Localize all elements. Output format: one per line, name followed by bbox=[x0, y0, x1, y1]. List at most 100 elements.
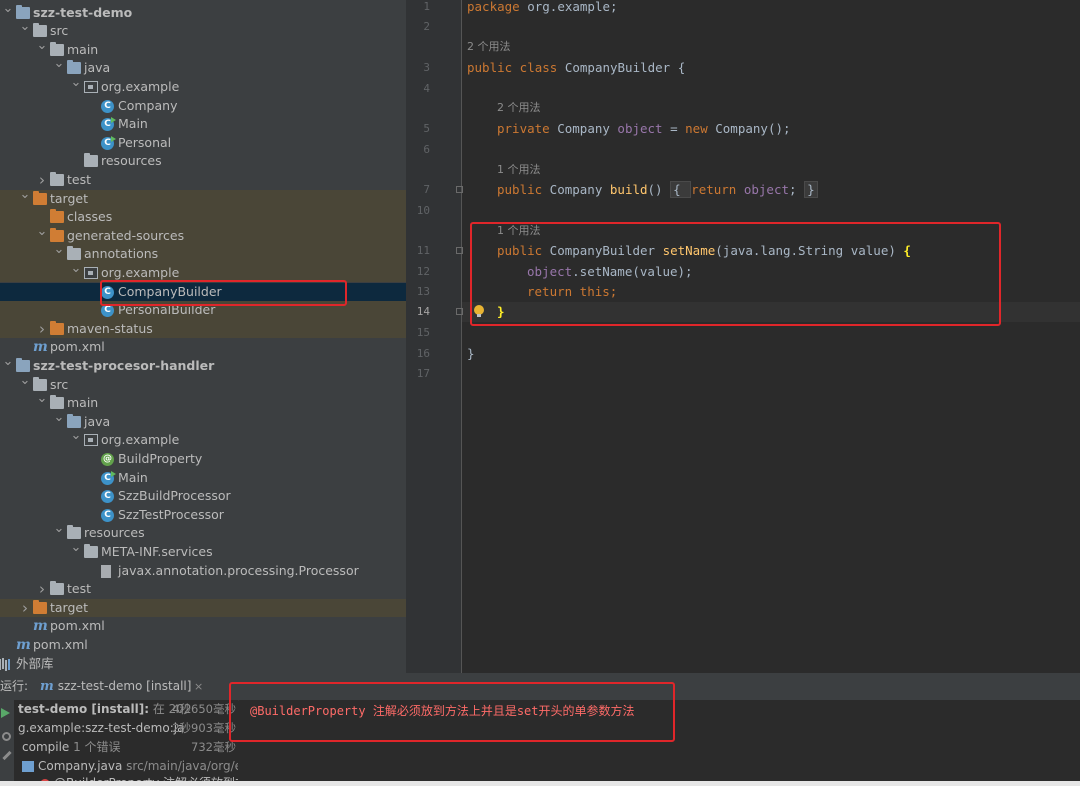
tree-item-label: META-INF.services bbox=[101, 543, 213, 559]
run-toolbar bbox=[0, 700, 14, 786]
runnable-class-icon: C bbox=[101, 117, 116, 132]
tree-item[interactable]: › test bbox=[0, 580, 406, 599]
chevron-down-icon[interactable]: ⌄ bbox=[19, 372, 31, 391]
tree-item[interactable]: › target bbox=[0, 598, 406, 618]
fold-marker-icon[interactable] bbox=[456, 247, 463, 254]
usage-hint[interactable]: 2 个用法 bbox=[467, 40, 511, 54]
tree-item[interactable]: classes bbox=[0, 208, 406, 227]
folder-icon bbox=[33, 376, 47, 391]
tree-item[interactable]: @ BuildProperty bbox=[0, 450, 406, 469]
tree-item[interactable]: ⌄ src bbox=[0, 19, 406, 41]
filter-icon[interactable] bbox=[2, 732, 11, 741]
tree-item[interactable]: ⌄ java bbox=[0, 56, 406, 78]
close-icon[interactable]: × bbox=[194, 673, 203, 700]
tree-item-label: szz-test-procesor-handler bbox=[33, 357, 215, 373]
tree-item[interactable]: ⌄ META-INF.services bbox=[0, 540, 406, 562]
line-number: 17 bbox=[416, 367, 430, 380]
chevron-down-icon[interactable]: ⌄ bbox=[53, 520, 65, 539]
chevron-down-icon[interactable]: ⌄ bbox=[70, 427, 82, 446]
chevron-down-icon[interactable]: ⌄ bbox=[53, 55, 65, 74]
tree-item[interactable]: ⌄ org.example bbox=[0, 428, 406, 450]
chevron-down-icon[interactable]: ⌄ bbox=[70, 74, 82, 93]
highlight-box-setname-method bbox=[470, 222, 1001, 326]
chevron-right-icon[interactable]: › bbox=[36, 171, 48, 190]
chevron-down-icon[interactable]: ⌄ bbox=[70, 539, 82, 558]
tree-item[interactable]: ⌄ target bbox=[0, 187, 406, 209]
chevron-right-icon[interactable]: › bbox=[36, 580, 48, 599]
tree-item[interactable]: ⌄ szz-test-procesor-handler bbox=[0, 354, 406, 376]
tree-item[interactable]: m pom.xml bbox=[0, 617, 406, 636]
tree-item[interactable]: C SzzBuildProcessor bbox=[0, 487, 406, 506]
build-tree-row[interactable]: g.example:szz-test-demo:ja 2秒903毫秒 bbox=[18, 719, 238, 738]
status-bar bbox=[0, 781, 1080, 786]
file-icon bbox=[101, 564, 111, 578]
tree-item[interactable]: m pom.xml bbox=[0, 636, 406, 655]
tree-item[interactable]: javax.annotation.processing.Processor bbox=[0, 562, 406, 581]
fold-marker-icon[interactable] bbox=[456, 308, 463, 315]
usage-hint[interactable]: 2 个用法 bbox=[497, 101, 541, 115]
chevron-down-icon[interactable]: ⌄ bbox=[36, 223, 48, 242]
keyword: public bbox=[497, 182, 543, 197]
tree-item[interactable]: ⌄ org.example bbox=[0, 75, 406, 97]
tree-item[interactable]: ⌄ java bbox=[0, 410, 406, 432]
code-text: Company(); bbox=[707, 121, 791, 136]
wrench-icon[interactable] bbox=[2, 750, 12, 761]
run-tab[interactable]: m szz-test-demo [install] bbox=[40, 673, 191, 700]
tree-item[interactable]: ⌄ annotations bbox=[0, 242, 406, 264]
keyword: return bbox=[691, 182, 737, 197]
tree-item[interactable]: ⌄ szz-test-demo bbox=[0, 1, 406, 23]
tree-item[interactable]: m pom.xml bbox=[0, 338, 406, 357]
build-tree-row[interactable]: compile 1 个错误 732毫秒 bbox=[22, 738, 238, 757]
tree-item-label: 外部库 bbox=[16, 655, 54, 671]
project-tree-panel[interactable]: ⌄ szz-test-demo ⌄ src ⌄ main ⌄ java ⌄ org.example… bbox=[0, 0, 406, 673]
source-folder-icon bbox=[67, 413, 81, 428]
usage-hint[interactable]: 1 个用法 bbox=[497, 163, 541, 177]
chevron-down-icon[interactable]: ⌄ bbox=[19, 18, 31, 37]
chevron-down-icon[interactable]: ⌄ bbox=[36, 37, 48, 56]
folded-region[interactable]: { bbox=[670, 181, 692, 198]
tree-item[interactable]: C Company bbox=[0, 97, 406, 116]
tree-item[interactable]: › maven-status bbox=[0, 319, 406, 339]
tree-item[interactable]: ⌄ src bbox=[0, 373, 406, 395]
code-editor[interactable] bbox=[462, 0, 1080, 673]
class-icon: C bbox=[101, 99, 114, 113]
tree-item[interactable]: › test bbox=[0, 171, 406, 190]
code-line-16[interactable]: } bbox=[467, 344, 475, 364]
fold-marker-icon[interactable] bbox=[456, 186, 463, 193]
code-line-7[interactable]: public Company build() { return object; … bbox=[497, 180, 818, 200]
rerun-icon[interactable] bbox=[1, 708, 10, 718]
tree-item-label: test bbox=[67, 171, 92, 187]
code-line-5[interactable]: private Company object = new Company(); bbox=[497, 119, 791, 139]
tree-item-label: javax.annotation.processing.Processor bbox=[118, 562, 359, 578]
error-count: 1 个错误 bbox=[69, 740, 121, 754]
chevron-down-icon[interactable]: ⌄ bbox=[19, 186, 31, 205]
chevron-down-icon[interactable]: ⌄ bbox=[53, 409, 65, 428]
chevron-down-icon[interactable]: ⌄ bbox=[53, 241, 65, 260]
tree-item[interactable]: ›外部库 bbox=[0, 655, 406, 674]
tree-item-label: Main bbox=[118, 469, 148, 485]
chevron-right-icon[interactable]: › bbox=[19, 599, 31, 618]
keyword: new bbox=[685, 121, 708, 136]
tree-item-label: resources bbox=[84, 525, 145, 541]
line-number: 15 bbox=[416, 326, 430, 339]
chevron-down-icon[interactable]: ⌄ bbox=[2, 353, 14, 372]
tree-item-label: SzzBuildProcessor bbox=[118, 488, 231, 504]
folded-region[interactable]: } bbox=[804, 181, 818, 198]
tree-item-label: main bbox=[67, 395, 99, 411]
tree-item[interactable]: resources bbox=[0, 152, 406, 171]
chevron-right-icon[interactable]: › bbox=[36, 320, 48, 339]
chevron-down-icon[interactable]: ⌄ bbox=[36, 390, 48, 409]
build-tree[interactable]: test-demo [install]: 在 202 4秒650毫秒 g.exam… bbox=[0, 700, 238, 786]
tree-item-label: test bbox=[67, 581, 92, 597]
tree-item[interactable]: C Personal bbox=[0, 134, 406, 153]
build-tree-row[interactable]: test-demo [install]: 在 202 4秒650毫秒 bbox=[18, 700, 238, 719]
code-line-1[interactable]: package org.example; bbox=[467, 0, 618, 17]
chevron-down-icon[interactable]: ⌄ bbox=[2, 0, 14, 18]
tree-item[interactable]: ⌄ resources bbox=[0, 521, 406, 543]
code-text: () bbox=[647, 182, 671, 197]
tree-item-label: Main bbox=[118, 116, 148, 132]
chevron-down-icon[interactable]: ⌄ bbox=[70, 260, 82, 279]
code-line-3[interactable]: public class CompanyBuilder { bbox=[467, 58, 685, 78]
tree-item[interactable]: C Main bbox=[0, 469, 406, 488]
tree-item[interactable]: C Main bbox=[0, 115, 406, 134]
